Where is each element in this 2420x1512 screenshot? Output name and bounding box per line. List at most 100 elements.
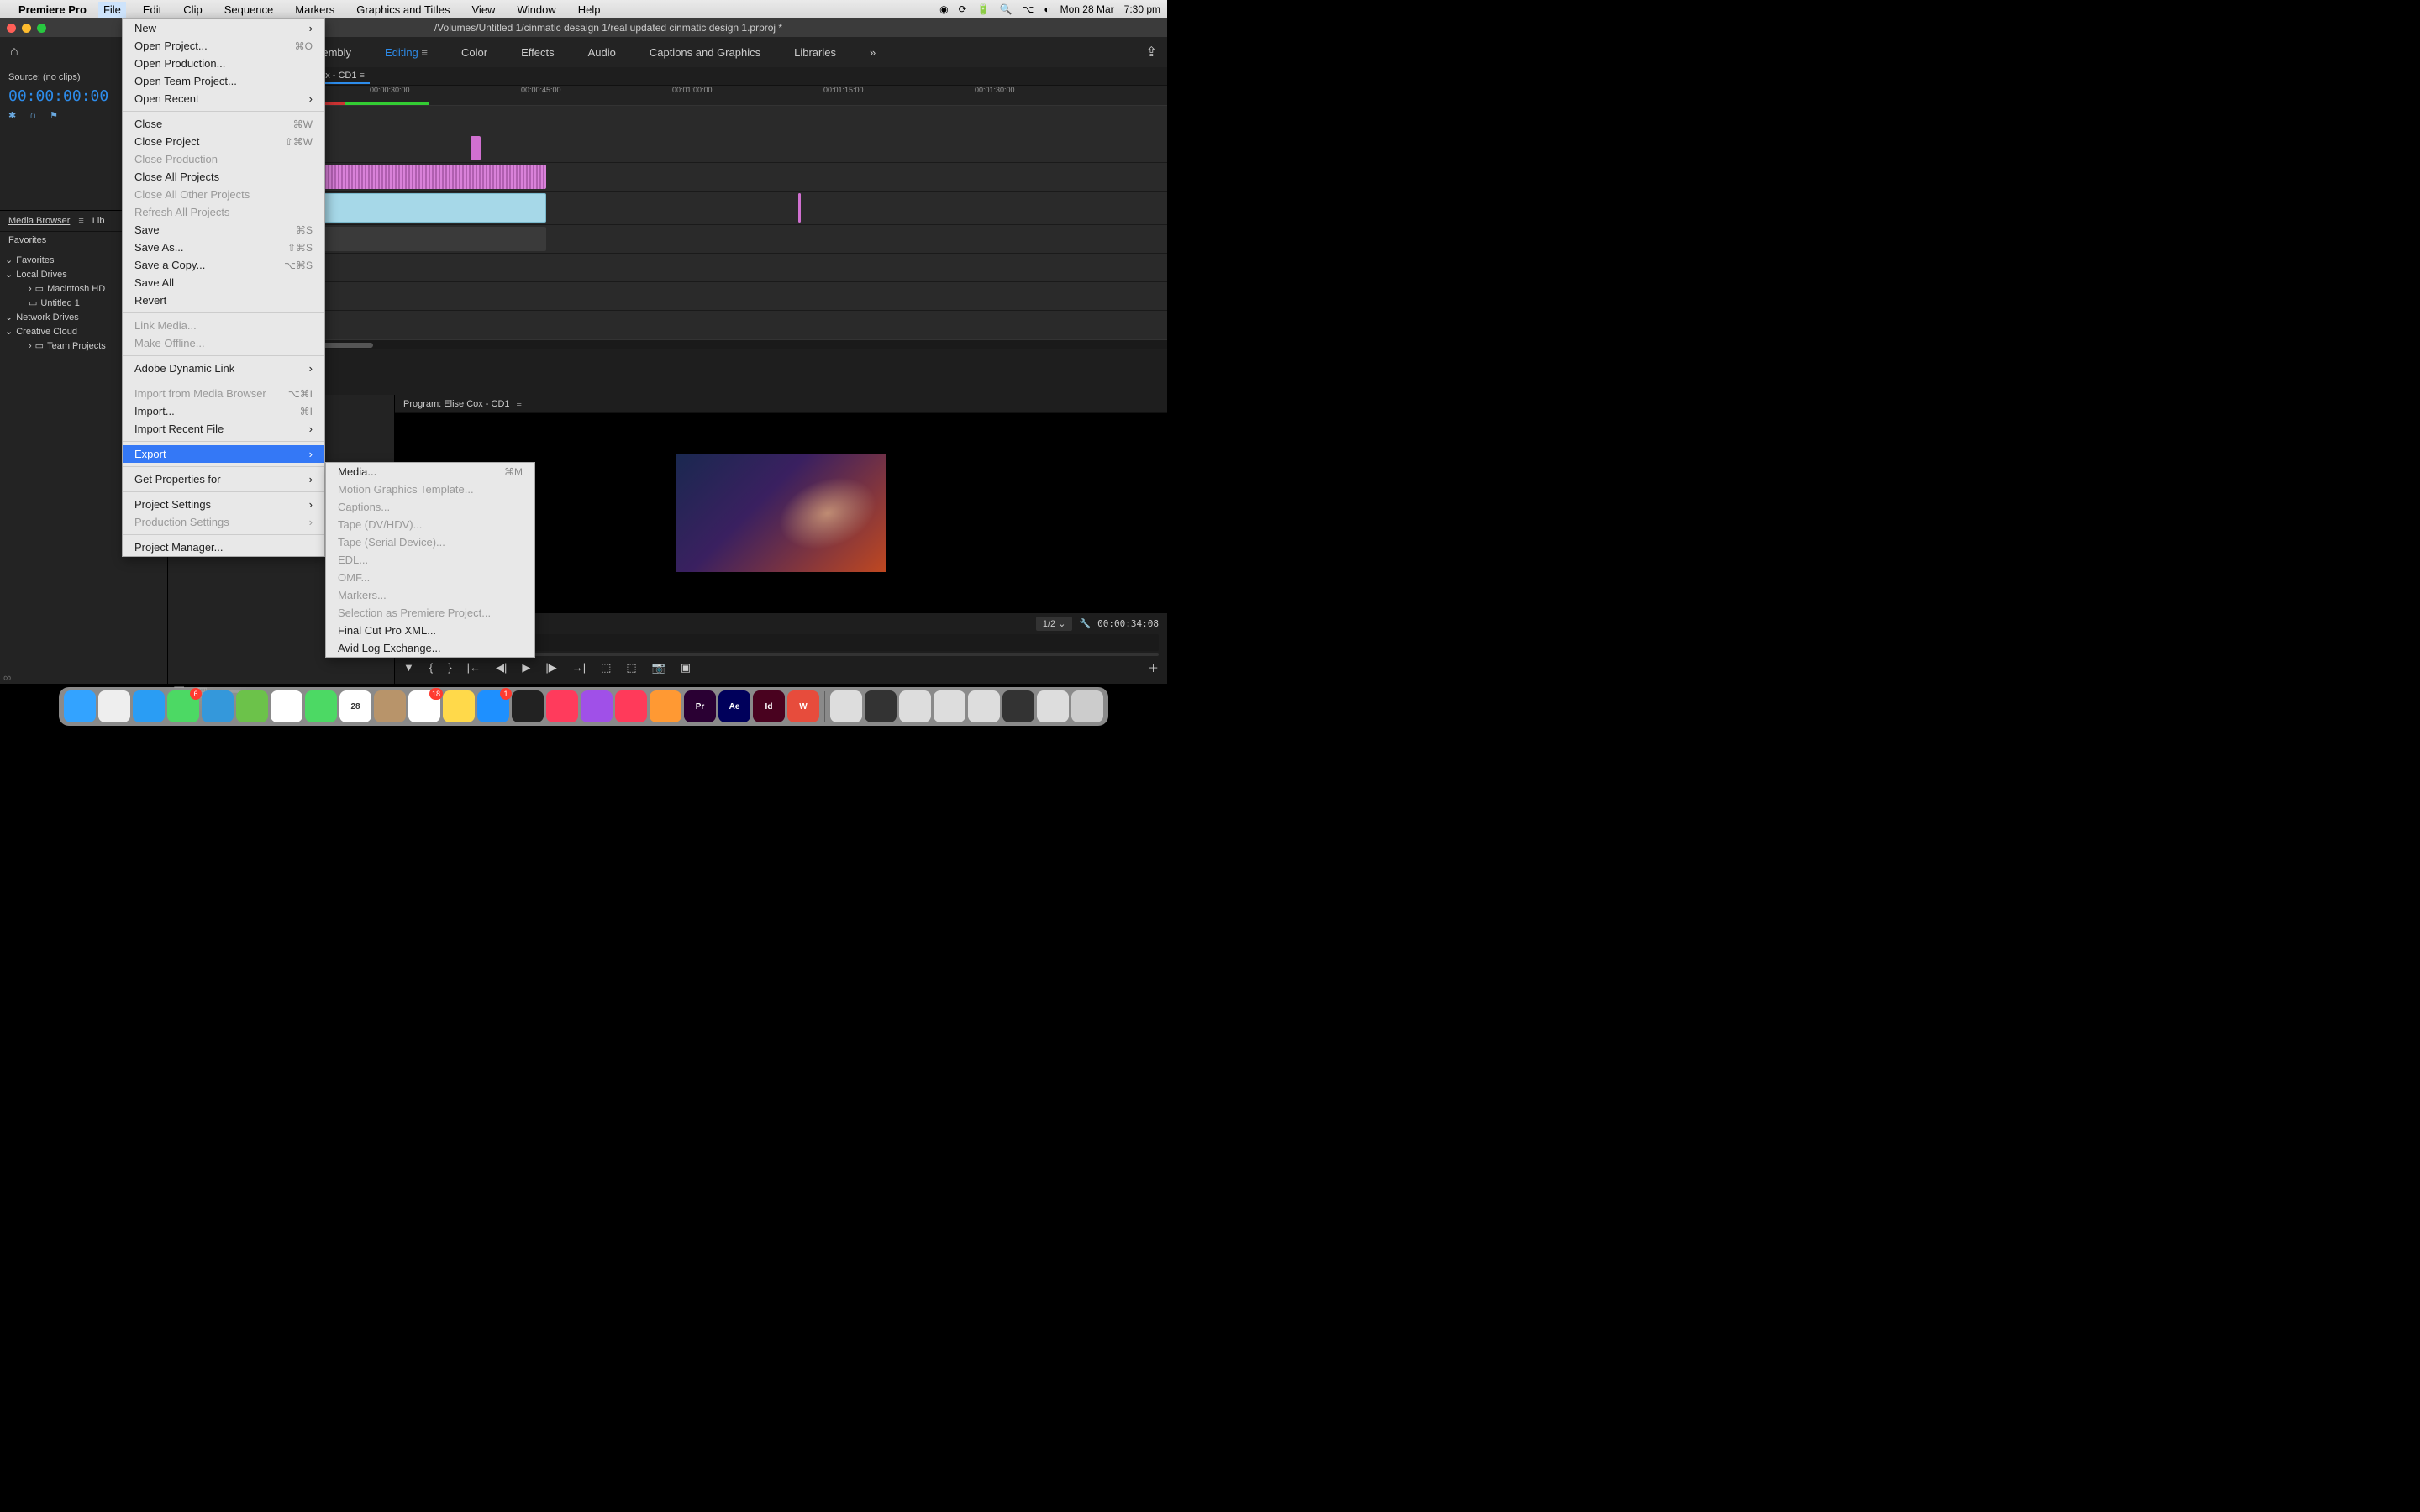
workspace-audio[interactable]: Audio: [588, 46, 616, 59]
dock-premiere-icon[interactable]: Pr: [684, 690, 716, 722]
button-editor-icon[interactable]: ＋: [1148, 659, 1159, 675]
file-menu-item[interactable]: Close Project⇧⌘W: [123, 133, 324, 150]
insert-icon[interactable]: ✱: [8, 110, 16, 121]
dock-indesign-icon[interactable]: Id: [753, 690, 785, 722]
marker-icon[interactable]: ⚑: [50, 110, 58, 121]
dock-news-icon[interactable]: [615, 690, 647, 722]
app-name[interactable]: Premiere Pro: [18, 3, 87, 16]
dock-calendar-icon[interactable]: 28: [339, 690, 371, 722]
dock-doc4-icon[interactable]: [934, 690, 965, 722]
workspace-effects[interactable]: Effects: [521, 46, 555, 59]
menu-edit[interactable]: Edit: [138, 2, 166, 18]
tab-media-browser[interactable]: Media Browser: [8, 216, 70, 226]
menubar-date[interactable]: Mon 28 Mar: [1060, 3, 1114, 15]
dock-doc7-icon[interactable]: [1037, 690, 1069, 722]
menu-file[interactable]: File: [98, 2, 126, 18]
hamburger-icon[interactable]: ≡: [421, 46, 428, 59]
dock-reminders-icon[interactable]: 18: [408, 690, 440, 722]
dock-safari-icon[interactable]: [133, 690, 165, 722]
file-menu-item[interactable]: Save As...⇧⌘S: [123, 239, 324, 256]
file-menu-item[interactable]: Close⌘W: [123, 115, 324, 133]
mark-in-icon[interactable]: {: [429, 661, 433, 674]
play-icon[interactable]: ▶: [522, 661, 530, 675]
dock-podcasts-icon[interactable]: [581, 690, 613, 722]
export-menu-item[interactable]: Final Cut Pro XML...: [326, 622, 534, 639]
menu-window[interactable]: Window: [512, 2, 560, 18]
workspace-captions[interactable]: Captions and Graphics: [650, 46, 760, 59]
workspace-overflow-icon[interactable]: »: [870, 46, 876, 59]
dock-doc3-icon[interactable]: [899, 690, 931, 722]
quick-export-icon[interactable]: ⇪: [1146, 44, 1157, 60]
dock-launchpad-icon[interactable]: [98, 690, 130, 722]
dock-mail-icon[interactable]: [202, 690, 234, 722]
siri-icon[interactable]: ◐: [1044, 3, 1050, 15]
panel-menu-icon[interactable]: ≡: [517, 399, 522, 409]
workspace-editing[interactable]: Editing ≡: [385, 46, 428, 59]
dock-contacts-icon[interactable]: [374, 690, 406, 722]
dock-messages-icon[interactable]: 6: [167, 690, 199, 722]
mark-out-icon[interactable]: }: [448, 661, 451, 674]
file-menu-item[interactable]: Save⌘S: [123, 221, 324, 239]
workspace-libraries[interactable]: Libraries: [794, 46, 836, 59]
zoom-window-icon[interactable]: [37, 24, 46, 33]
menu-help[interactable]: Help: [573, 2, 606, 18]
favorites-dropdown[interactable]: Favorites: [8, 235, 46, 245]
battery-icon[interactable]: 🔋: [977, 3, 990, 15]
dock-aftereffects-icon[interactable]: Ae: [718, 690, 750, 722]
file-menu-item[interactable]: Save All: [123, 274, 324, 291]
step-forward-icon[interactable]: |▶: [545, 661, 556, 675]
cc-status-icon[interactable]: ◉: [939, 3, 948, 15]
file-menu-item[interactable]: Open Project...⌘O: [123, 37, 324, 55]
tab-libraries[interactable]: Lib: [92, 216, 105, 226]
creative-cloud-icon[interactable]: ∞: [3, 671, 11, 684]
dock-appstore-icon[interactable]: 1: [477, 690, 509, 722]
zoom-select[interactable]: 1/2 ⌄: [1036, 617, 1073, 631]
lift-icon[interactable]: ⬚: [601, 661, 611, 675]
file-menu-item[interactable]: Adobe Dynamic Link›: [123, 360, 324, 377]
workspace-color[interactable]: Color: [461, 46, 487, 59]
menu-view[interactable]: View: [467, 2, 501, 18]
dock-wps-icon[interactable]: W: [787, 690, 819, 722]
file-menu-item[interactable]: Import Recent File›: [123, 420, 324, 438]
control-center-icon[interactable]: ⌥: [1023, 3, 1034, 15]
file-menu-item[interactable]: Close All Projects: [123, 168, 324, 186]
dock-doc5-icon[interactable]: [968, 690, 1000, 722]
menu-clip[interactable]: Clip: [178, 2, 207, 18]
close-window-icon[interactable]: [7, 24, 16, 33]
menu-graphics[interactable]: Graphics and Titles: [351, 2, 455, 18]
file-menu-item[interactable]: Open Production...: [123, 55, 324, 72]
go-to-out-icon[interactable]: →|: [572, 661, 586, 674]
file-menu-item[interactable]: Project Settings›: [123, 496, 324, 513]
file-menu-item[interactable]: Import...⌘I: [123, 402, 324, 420]
export-menu-item[interactable]: Media...⌘M: [326, 463, 534, 480]
file-menu-item[interactable]: Get Properties for›: [123, 470, 324, 488]
extract-icon[interactable]: ⬚: [626, 661, 636, 675]
export-frame-icon[interactable]: 📷: [652, 661, 666, 675]
file-menu-item[interactable]: Open Team Project...: [123, 72, 324, 90]
dock-music-icon[interactable]: [546, 690, 578, 722]
file-menu-item[interactable]: Export›: [123, 445, 324, 463]
snap-icon[interactable]: ∩: [29, 110, 36, 121]
go-to-in-icon[interactable]: |←: [467, 661, 481, 674]
dock-photos-icon[interactable]: [271, 690, 302, 722]
dock-finder-icon[interactable]: [64, 690, 96, 722]
search-icon[interactable]: 🔍: [1000, 3, 1013, 15]
dock-trash-icon[interactable]: [1071, 690, 1103, 722]
dock-maps-icon[interactable]: [236, 690, 268, 722]
step-back-icon[interactable]: ◀|: [496, 661, 507, 675]
marker[interactable]: [798, 193, 801, 223]
menu-sequence[interactable]: Sequence: [219, 2, 279, 18]
panel-menu-icon[interactable]: ≡: [78, 216, 83, 226]
export-menu-item[interactable]: Avid Log Exchange...: [326, 639, 534, 657]
wrench-icon[interactable]: 🔧: [1079, 618, 1091, 629]
dock-doc1-icon[interactable]: [830, 690, 862, 722]
comparison-icon[interactable]: ▣: [681, 661, 691, 675]
menubar-time[interactable]: 7:30 pm: [1124, 3, 1160, 15]
dock-tv-icon[interactable]: [512, 690, 544, 722]
file-menu-item[interactable]: New›: [123, 19, 324, 37]
menu-markers[interactable]: Markers: [290, 2, 339, 18]
file-menu-item[interactable]: Open Recent›: [123, 90, 324, 108]
dock-facetime-icon[interactable]: [305, 690, 337, 722]
sync-icon[interactable]: ⟳: [959, 3, 967, 15]
dock-pages-icon[interactable]: [650, 690, 681, 722]
